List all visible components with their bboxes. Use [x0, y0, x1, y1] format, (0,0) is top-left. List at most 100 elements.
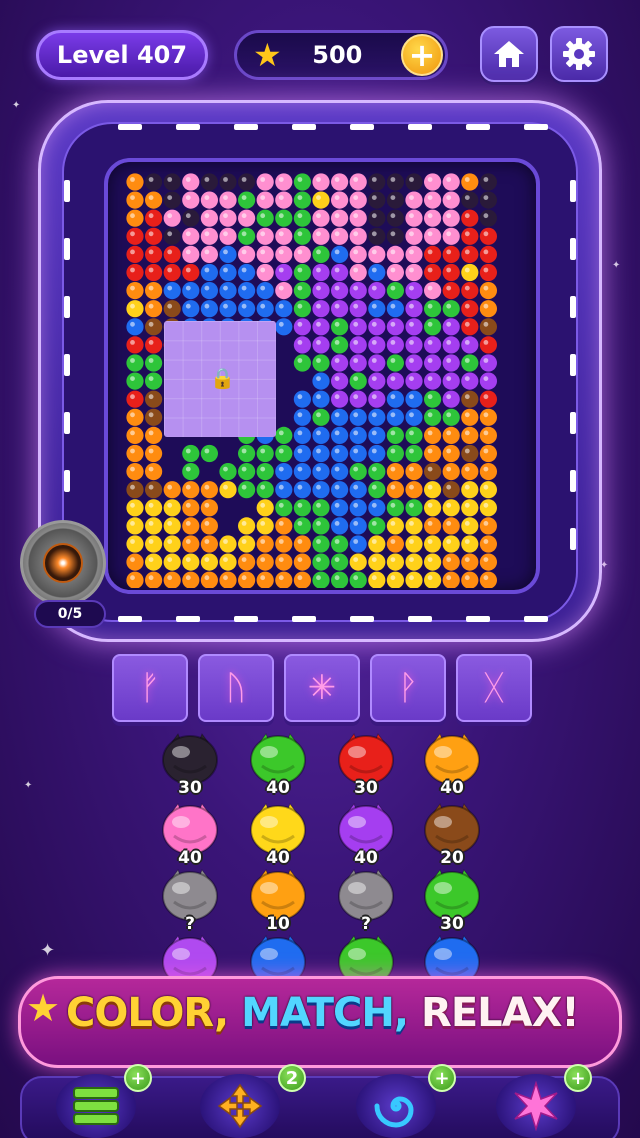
- grid-bead: [145, 300, 163, 318]
- grid-bead-shine: [204, 575, 210, 581]
- add-coins-button[interactable]: +: [401, 34, 443, 76]
- booster-burst[interactable]: [496, 1074, 576, 1138]
- color-ball-orange[interactable]: 10: [246, 862, 310, 934]
- ball-count: 30: [354, 778, 378, 798]
- slot-5[interactable]: ᚷ: [456, 654, 532, 722]
- grid-bead: [368, 535, 386, 553]
- color-ball-gray[interactable]: ?: [158, 862, 222, 934]
- grid-bead-shine: [167, 575, 173, 581]
- grid-bead: [182, 535, 200, 553]
- booster-swirl[interactable]: [356, 1074, 436, 1138]
- grid-bead: [349, 408, 367, 426]
- grid-bead-shine: [409, 340, 414, 345]
- booster-stack[interactable]: [56, 1074, 136, 1138]
- grid-bead-shine: [185, 575, 191, 581]
- grid-bead: [386, 191, 404, 209]
- grid-bead: [424, 499, 442, 517]
- grid-bead-shine: [260, 448, 266, 454]
- grid-bead: [145, 173, 163, 191]
- color-ball-black[interactable]: 30: [158, 726, 222, 798]
- grid-bead: [200, 499, 218, 517]
- color-ball-red[interactable]: 30: [334, 726, 398, 798]
- grid-bead: [349, 191, 367, 209]
- grid-bead-shine: [260, 177, 266, 182]
- grid-bead: [331, 263, 349, 282]
- grid-bead-shine: [185, 195, 191, 200]
- color-ball-green[interactable]: 40: [246, 726, 310, 798]
- grid-bead-shine: [353, 484, 359, 490]
- home-button[interactable]: [480, 26, 538, 82]
- level-label: Level 407: [56, 41, 188, 69]
- grid-bead-shine: [316, 448, 321, 454]
- grid-bead-shine: [483, 466, 489, 472]
- grid-bead: [126, 444, 144, 463]
- grid-bead: [424, 227, 442, 245]
- grid-bead: [182, 499, 200, 517]
- grid-bead-shine: [483, 502, 489, 508]
- color-ball-orange[interactable]: 40: [420, 726, 484, 798]
- grid-bead: [238, 191, 256, 209]
- grid-bead-shine: [297, 195, 303, 200]
- grid-bead-shine: [278, 303, 284, 309]
- track-dash: [118, 124, 142, 130]
- grid-bead: [182, 209, 200, 227]
- plus-icon: +: [408, 36, 436, 74]
- color-ball-gray[interactable]: ?: [334, 862, 398, 934]
- grid-bead-shine: [390, 340, 396, 345]
- level-indicator: Level 407: [36, 30, 208, 80]
- color-ball-brown[interactable]: 20: [420, 796, 484, 868]
- slot-3[interactable]: ✳: [284, 654, 360, 722]
- grid-bead: [386, 481, 404, 499]
- grid-bead-shine: [334, 213, 340, 219]
- grid-bead: [386, 553, 404, 571]
- grid-bead-shine: [427, 177, 433, 182]
- grid-bead: [479, 209, 497, 227]
- grid-bead-shine: [390, 195, 396, 200]
- grid-bead: [293, 318, 311, 336]
- grid-bead: [368, 263, 386, 282]
- slot-2[interactable]: ᚢ: [198, 654, 274, 722]
- grid-bead: [424, 173, 442, 191]
- grid-bead-shine: [223, 575, 228, 581]
- grid-bead: [405, 390, 423, 408]
- track-dash: [234, 124, 258, 130]
- grid-bead-shine: [427, 285, 433, 291]
- grid-bead: [386, 426, 404, 444]
- grid-bead-shine: [483, 177, 489, 182]
- grid-bead-shine: [371, 430, 377, 436]
- grid-bead: [200, 173, 218, 191]
- grid-bead: [349, 300, 367, 318]
- grid-bead-shine: [241, 539, 247, 544]
- grid-bead: [442, 408, 460, 426]
- grid-bead-shine: [464, 466, 470, 472]
- grid-bead: [256, 499, 274, 517]
- grid-bead-shine: [353, 575, 359, 581]
- grid-bead-shine: [427, 303, 433, 309]
- grid-bead: [275, 463, 293, 481]
- slot-4[interactable]: ᚹ: [370, 654, 446, 722]
- grid-bead-shine: [204, 213, 210, 219]
- swirl-icon: [374, 1096, 414, 1128]
- color-ball-green[interactable]: 30: [420, 862, 484, 934]
- grid-bead-shine: [409, 231, 414, 237]
- grid-bead: [312, 463, 330, 481]
- banner-word-color: COLOR,: [66, 990, 229, 1036]
- grid-bead: [182, 571, 200, 588]
- grid-bead: [238, 517, 256, 535]
- color-ball-yellow[interactable]: 40: [246, 796, 310, 868]
- rune-icon: ✳: [307, 668, 337, 708]
- grid-bead: [200, 481, 218, 499]
- settings-button[interactable]: [550, 26, 608, 82]
- color-ball-purple[interactable]: 40: [334, 796, 398, 868]
- grid-bead: [442, 499, 460, 517]
- grid-bead-shine: [316, 557, 321, 562]
- booster-arrows[interactable]: [200, 1074, 280, 1138]
- grid-bead: [479, 227, 497, 245]
- grid-bead-shine: [409, 358, 414, 363]
- color-ball-pink[interactable]: 40: [158, 796, 222, 868]
- cannon[interactable]: [20, 520, 106, 606]
- slot-1[interactable]: ᚠ: [112, 654, 188, 722]
- grid-bead: [461, 535, 479, 553]
- grid-bead-shine: [241, 466, 247, 472]
- grid-bead-shine: [297, 557, 303, 562]
